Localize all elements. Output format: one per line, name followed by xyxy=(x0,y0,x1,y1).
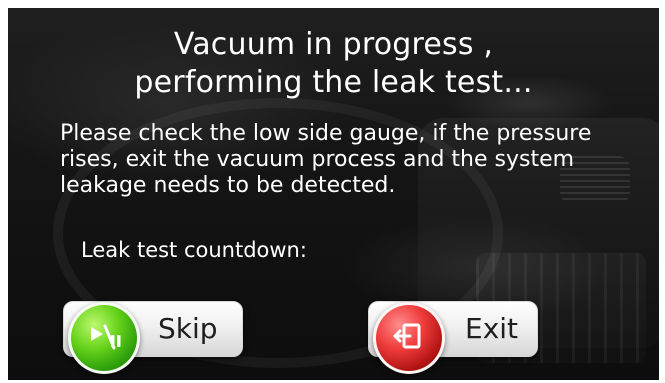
countdown-label: Leak test countdown: xyxy=(81,238,307,262)
instruction-message: Please check the low side gauge, if the … xyxy=(60,121,592,198)
play-pause-icon xyxy=(68,302,140,374)
page-title: Vacuum in progress , performing the leak… xyxy=(134,27,533,100)
skip-label: Skip xyxy=(158,312,218,345)
skip-button[interactable]: Skip xyxy=(63,301,243,374)
exit-label: Exit xyxy=(465,312,519,345)
exit-button[interactable]: Exit xyxy=(368,301,538,374)
exit-door-icon xyxy=(373,302,445,374)
leak-test-screen: Vacuum in progress , performing the leak… xyxy=(8,8,659,380)
